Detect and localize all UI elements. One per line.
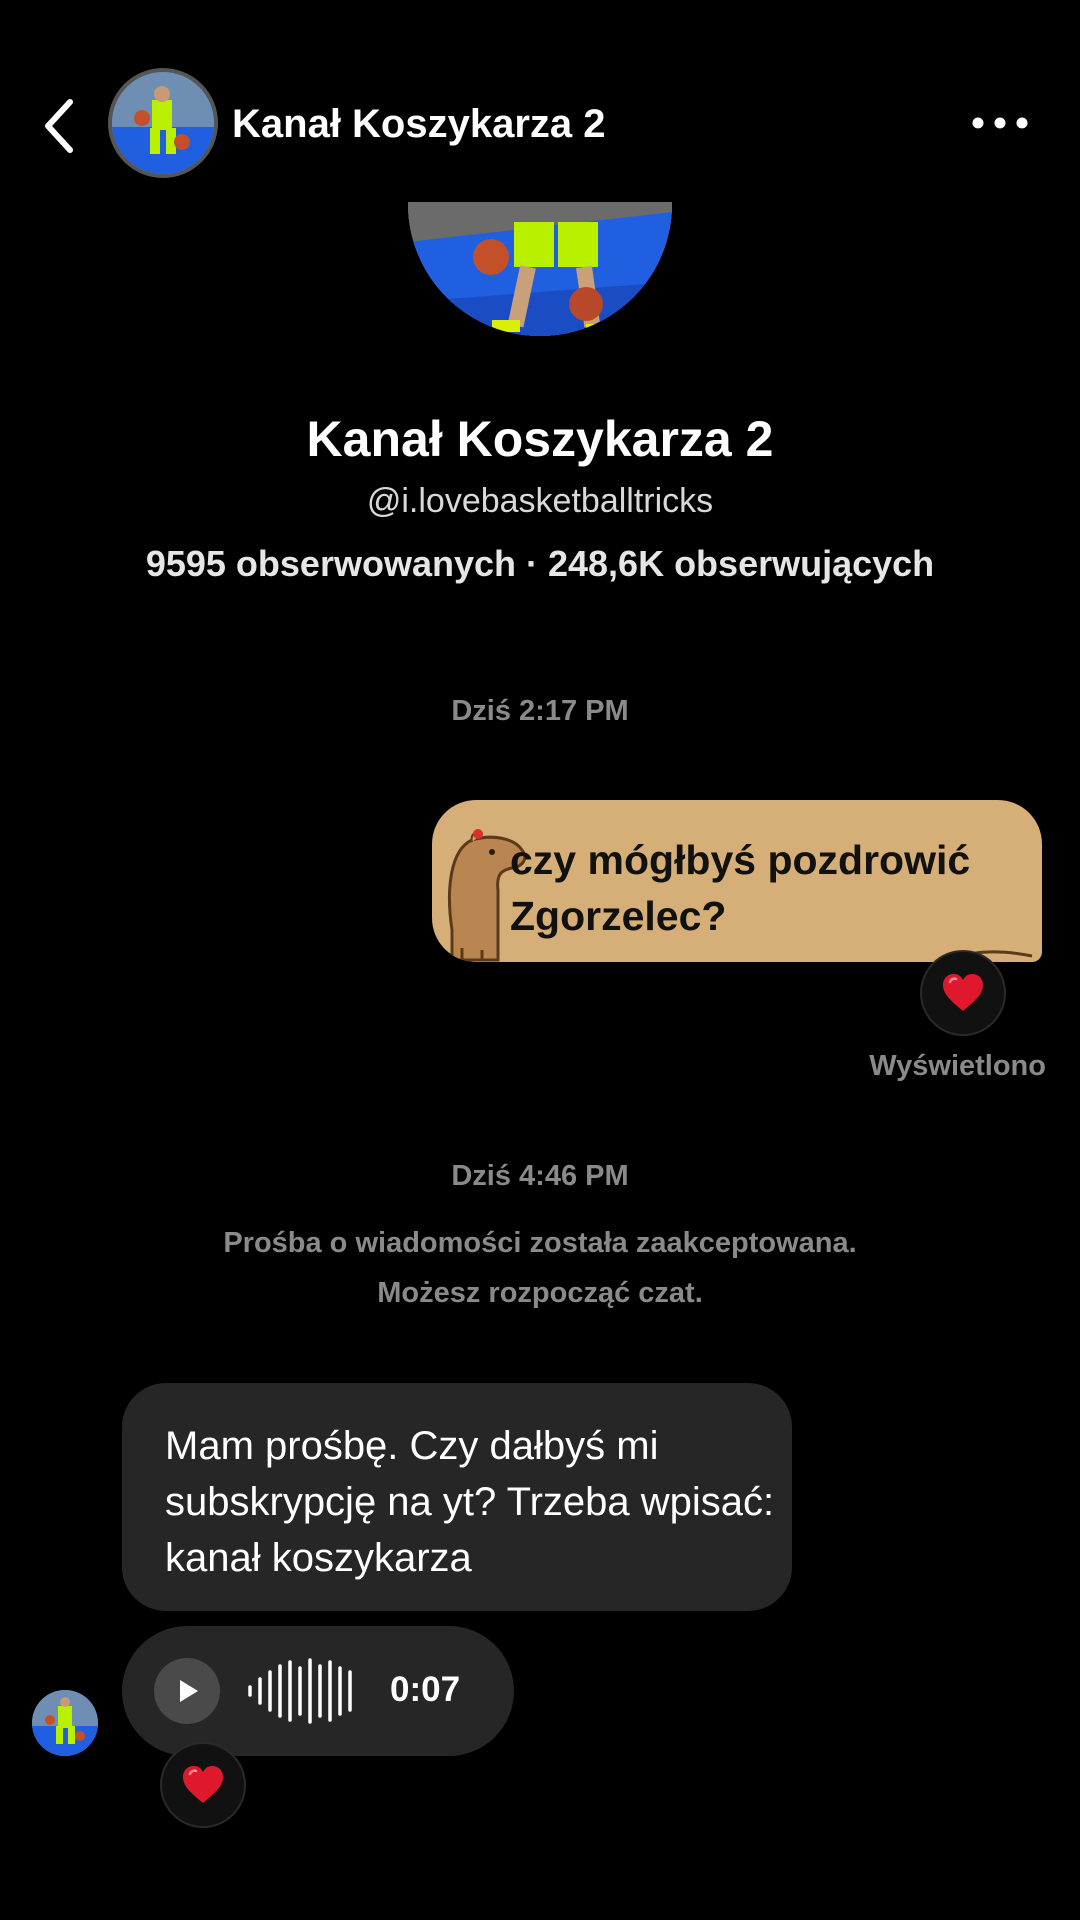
seen-status: Wyświetlono <box>869 1050 1046 1082</box>
waveform-icon <box>248 1658 352 1724</box>
more-horizontal-icon <box>972 117 1028 129</box>
system-message-line-2: Możesz rozpocząć czat. <box>377 1277 703 1309</box>
header-avatar[interactable] <box>108 68 218 178</box>
timestamp: Dziś 2:17 PM <box>451 695 629 727</box>
profile-stats: 9595 obserwowanych · 248,6K obserwującyc… <box>145 543 935 584</box>
waveform[interactable] <box>246 1654 366 1728</box>
sender-avatar[interactable] <box>32 1690 98 1756</box>
play-icon <box>180 1680 198 1702</box>
system-message-line-1: Prośba o wiadomości została zaakceptowan… <box>223 1227 857 1259</box>
heart-icon <box>183 1766 223 1803</box>
incoming-reaction[interactable] <box>160 1742 246 1828</box>
chevron-left-icon <box>45 99 73 153</box>
profile-name: Kanał Koszykarza 2 <box>306 411 774 467</box>
outgoing-reaction[interactable] <box>920 950 1006 1036</box>
heart-icon <box>943 974 983 1011</box>
back-button[interactable] <box>38 96 84 156</box>
more-options-button[interactable] <box>970 108 1030 138</box>
header-avatar-image <box>112 72 214 174</box>
outgoing-message-text: czy mógłbyś pozdrowić Zgorzelec? <box>510 837 971 939</box>
sender-avatar-image <box>32 1690 98 1756</box>
header-title[interactable]: Kanał Koszykarza 2 <box>232 102 606 147</box>
voice-duration: 0:07 <box>390 1670 461 1709</box>
play-button[interactable] <box>154 1658 220 1724</box>
incoming-message-text: Mam prośbę. Czy dałbyś mi subskrypcję na… <box>165 1424 775 1580</box>
timestamp: Dziś 4:46 PM <box>451 1160 629 1192</box>
profile-handle: @i.lovebasketballtricks <box>366 482 714 520</box>
